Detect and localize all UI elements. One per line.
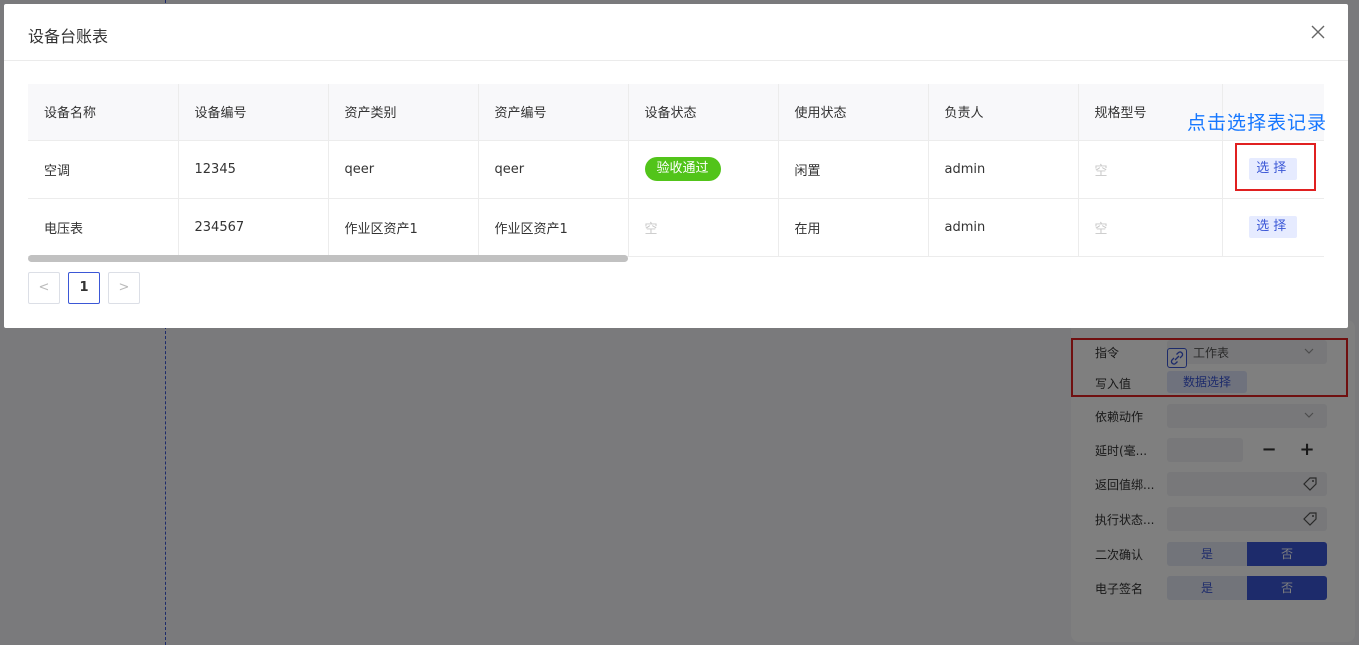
cell-device-status: 验收通过	[628, 140, 779, 199]
column-header[interactable]: 设备名称	[28, 84, 179, 141]
annotation-highlight-box	[1235, 143, 1316, 191]
modal-title: 设备台账表	[28, 27, 109, 46]
cell-spec: 空	[1078, 140, 1223, 199]
cell-owner: admin	[928, 198, 1079, 257]
column-header[interactable]: 负责人	[928, 84, 1079, 141]
cell-spec: 空	[1078, 198, 1223, 257]
horizontal-scrollbar[interactable]	[28, 255, 628, 262]
cell-asset-code: qeer	[478, 140, 629, 199]
cell-code: 12345	[178, 140, 329, 199]
cell-use-status: 在用	[778, 198, 929, 257]
cell-code: 234567	[178, 198, 329, 257]
next-page-button[interactable]: >	[108, 272, 140, 304]
pagination: < 1 >	[28, 272, 140, 304]
table-header-row: 设备名称 设备编号 资产类别 资产编号 设备状态 使用状态 负责人 规格型号	[28, 84, 1324, 141]
cell-name: 空调	[28, 140, 179, 199]
table-row[interactable]: 空调 12345 qeer qeer 验收通过 闲置 admin 空 选择	[28, 140, 1324, 199]
column-header[interactable]: 设备编号	[178, 84, 329, 141]
annotation-text: 点击选择表记录	[1187, 112, 1328, 134]
close-icon[interactable]	[1310, 24, 1326, 40]
select-button[interactable]: 选择	[1249, 216, 1298, 238]
modal-header: 设备台账表	[4, 4, 1348, 61]
cell-device-status: 空	[628, 198, 779, 257]
table-row[interactable]: 电压表 234567 作业区资产1 作业区资产1 空 在用 admin 空 选择	[28, 198, 1324, 257]
column-header[interactable]: 使用状态	[778, 84, 929, 141]
equipment-table: 设备名称 设备编号 资产类别 资产编号 设备状态 使用状态 负责人 规格型号 空…	[28, 84, 1324, 264]
cell-category: 作业区资产1	[328, 198, 479, 257]
cell-asset-code: 作业区资产1	[478, 198, 629, 257]
status-badge: 验收通过	[644, 157, 721, 181]
cell-name: 电压表	[28, 198, 179, 257]
equipment-ledger-modal: 设备台账表 设备名称 设备编号 资产类别 资产编号 设备状态 使用状态 负责人	[4, 4, 1348, 328]
column-header[interactable]: 资产类别	[328, 84, 479, 141]
cell-owner: admin	[928, 140, 1079, 199]
cell-actions: 选择	[1221, 198, 1324, 257]
cell-category: qeer	[328, 140, 479, 199]
cell-use-status: 闲置	[778, 140, 929, 199]
prev-page-button[interactable]: <	[28, 272, 60, 304]
column-header[interactable]: 设备状态	[628, 84, 779, 141]
column-header[interactable]: 资产编号	[478, 84, 629, 141]
page-number-button[interactable]: 1	[68, 272, 100, 304]
